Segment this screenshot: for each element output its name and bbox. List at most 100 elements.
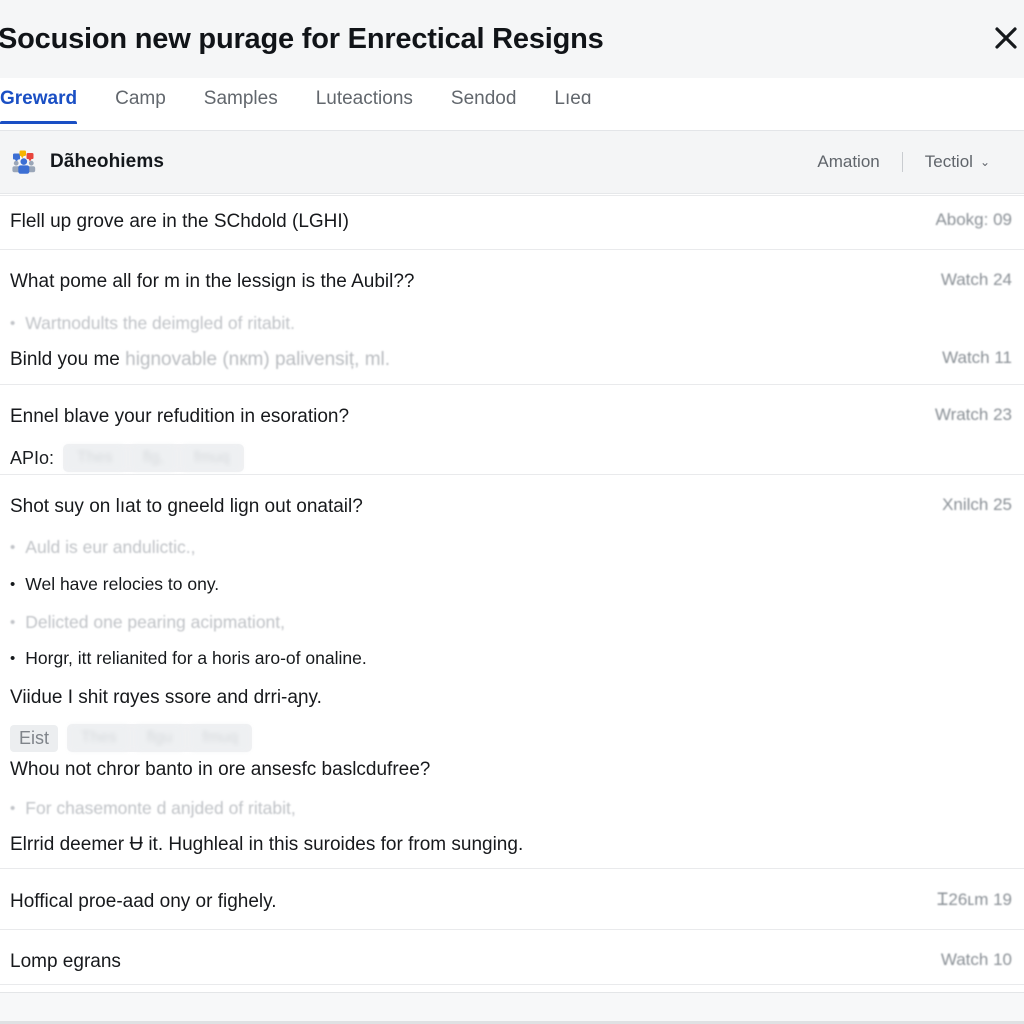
section-action-label: Amation: [817, 152, 880, 171]
row-text: Shot suy on lıat to gneeld lign out onat…: [10, 495, 918, 519]
row-content: Eist Thes flgu fmuq: [10, 724, 988, 752]
bullet-dot-icon: •: [10, 800, 16, 817]
bullet-dot-icon: •: [10, 650, 16, 667]
list-item[interactable]: APIo: Thes flg, fmuq: [0, 444, 1024, 472]
tab-sendod[interactable]: Sendod: [451, 88, 517, 123]
row-text-primary: Shot suy on lıat to gneeld lign out onat…: [10, 496, 363, 517]
row-divider: [0, 929, 1024, 930]
list-item[interactable]: • Horgr, itt relianited for a horis aro-o…: [0, 647, 1024, 670]
bullet-dot-icon: •: [10, 315, 16, 332]
row-content: Ennel blave your refudition in esoration…: [10, 405, 911, 429]
footer-strip: [0, 992, 1024, 1024]
tab-samples[interactable]: Samples: [204, 88, 278, 123]
tag-row-label: Eist: [10, 724, 59, 752]
row-content: • For chasemonte d anjded of ritabit,: [10, 797, 988, 820]
tab-label: Samples: [203, 88, 278, 109]
bullet-item: • Wartnodults the deimgled of ritabit.: [10, 312, 988, 335]
list-item[interactable]: Lomp egrans Watch 10: [0, 950, 1024, 974]
row-text-secondary: hignovable (nкm) palivensiț, ml.: [125, 349, 391, 370]
row-divider: [0, 384, 1024, 385]
row-text: Hoffical proe-aad ony or fighely.: [10, 890, 913, 914]
tag-chip-group: Thes flgu fmuq: [67, 724, 252, 752]
row-text: Flell up grove are in the SChdold (LGHI): [10, 210, 911, 234]
list-item[interactable]: Hoffical proe-aad ony or fighely. Ꮖ26ʟm 1…: [0, 890, 1024, 914]
list-item[interactable]: • Wartnodults the deimgled of ritabit.: [0, 312, 1024, 335]
tab-camp[interactable]: Camp: [115, 88, 166, 123]
row-text-primary: Hoffical proe-aad ony or fighely.: [10, 891, 277, 912]
tab-l-e-[interactable]: Lıeɑ: [554, 88, 591, 123]
list-item[interactable]: Shot suy on lıat to gneeld lign out onat…: [0, 495, 1024, 519]
people-group-icon: [12, 150, 36, 174]
tag-chip[interactable]: flg,: [130, 445, 176, 471]
close-button[interactable]: [984, 16, 1024, 60]
list-item[interactable]: Eist Thes flgu fmuq: [0, 724, 1024, 752]
tag-chip[interactable]: fmuq: [190, 725, 250, 751]
row-text-primary: Elrrid deemer Ʉ it. Hughleal in this sur…: [10, 834, 524, 855]
dialog-title: Socusion new purage for Enrectical Resig…: [0, 22, 604, 55]
row-text: Ennel blave your refudition in esoration…: [10, 405, 911, 429]
row-content: • Wartnodults the deimgled of ritabit.: [10, 312, 988, 335]
row-meta: Wratch 23: [911, 405, 1012, 425]
tag-chip[interactable]: flgu: [134, 725, 185, 751]
list-item[interactable]: Ennel blave your refudition in esoration…: [0, 405, 1024, 429]
bullet-text: For chasemonte d anjded of ritabit,: [25, 798, 296, 818]
tab-luteactions[interactable]: Luteactions: [316, 88, 413, 123]
list-item[interactable]: Whou not chror banto in ore ansesfc basl…: [0, 758, 1024, 782]
list-item[interactable]: What pome all for m in the lessign is th…: [0, 270, 1024, 294]
row-content: APIo: Thes flg, fmuq: [10, 444, 988, 472]
tag-row: APIo: Thes flg, fmuq: [10, 444, 988, 472]
row-content: • Horgr, itt relianited for a horis aro-o…: [10, 647, 988, 670]
tab-bar: Greward Camp Samples Luteactions Sendod Lıeɑ: [0, 78, 1024, 131]
row-meta: Watch 10: [917, 950, 1012, 970]
section-action-amation[interactable]: Amation: [795, 152, 901, 172]
tag-chip[interactable]: fmuq: [181, 445, 242, 471]
row-text-primary: Flell up grove are in the SChdold (LGHI): [10, 211, 349, 232]
row-text-primary: Ennel blave your refudition in esoration…: [10, 406, 350, 427]
tag-row: Eist Thes flgu fmuq: [10, 724, 988, 752]
row-text: What pome all for m in the lessign is th…: [10, 270, 917, 294]
row-divider: [0, 984, 1024, 985]
row-text-primary: Viidue I shit rɑyes ssore and drri-aɲy.: [10, 687, 322, 708]
row-text-primary: Binld you me: [10, 349, 120, 370]
section-action-tectiol[interactable]: Tectiol ⌄: [903, 152, 1012, 172]
bullet-item: • Horgr, itt relianited for a horis aro-o…: [10, 647, 988, 670]
row-meta: Watch 11: [918, 348, 1012, 368]
row-meta-value: Ꮖ26ʟm 19: [937, 890, 1012, 909]
dialog-window: Socusion new purage for Enrectical Resig…: [0, 0, 1024, 1024]
list-item[interactable]: • Auld is eur andulictic.,: [0, 536, 1024, 559]
dialog-titlebar: Socusion new purage for Enrectical Resig…: [0, 0, 1024, 78]
list-item[interactable]: Flell up grove are in the SChdold (LGHI)…: [0, 210, 1024, 234]
row-content: Shot suy on lıat to gneeld lign out onat…: [10, 495, 918, 519]
row-meta: Ꮖ26ʟm 19: [913, 890, 1012, 910]
list-item[interactable]: • For chasemonte d anjded of ritabit,: [0, 797, 1024, 820]
list-item[interactable]: Binld you me hignovable (nкm) palivensiț…: [0, 348, 1024, 372]
row-text: Binld you me hignovable (nкm) palivensiț…: [10, 348, 918, 372]
bullet-text: Wel have relocies to ony.: [25, 574, 220, 594]
row-text: Elrrid deemer Ʉ it. Hughleal in this sur…: [10, 833, 988, 857]
list-item[interactable]: Viidue I shit rɑyes ssore and drri-aɲy.: [0, 686, 1024, 710]
row-content: Elrrid deemer Ʉ it. Hughleal in this sur…: [10, 833, 988, 857]
row-content: What pome all for m in the lessign is th…: [10, 270, 917, 294]
tag-chip[interactable]: Thes: [65, 445, 125, 471]
section-header: Dãheohiems Amation Tectiol ⌄: [0, 131, 1024, 194]
tab-greward[interactable]: Greward: [0, 88, 78, 124]
list-item[interactable]: Elrrid deemer Ʉ it. Hughleal in this sur…: [0, 833, 1024, 857]
section-actions: Amation Tectiol ⌄: [795, 152, 1012, 172]
list-item[interactable]: • Wel have relocies to ony.: [0, 573, 1024, 596]
bullet-dot-icon: •: [10, 614, 16, 631]
row-text: Viidue I shit rɑyes ssore and drri-aɲy.: [10, 686, 988, 710]
list-item[interactable]: • Delicted one pearing acipmationt,: [0, 611, 1024, 634]
row-text: Lomp egrans: [10, 950, 917, 974]
tab-label: Lıeɑ: [554, 88, 592, 109]
section-action-label: Tectiol: [924, 152, 973, 171]
tab-label: Sendod: [450, 88, 517, 109]
tag-chip-group: Thes flg, fmuq: [63, 444, 244, 472]
row-meta-value: Xnilch 25: [942, 495, 1012, 514]
bullet-item: • For chasemonte d anjded of ritabit,: [10, 797, 988, 820]
row-meta-value: Watch 24: [940, 270, 1012, 289]
tag-chip[interactable]: Thes: [69, 725, 129, 751]
row-divider: [0, 249, 1024, 250]
bullet-text: Delicted one pearing acipmationt,: [25, 612, 286, 632]
tab-label: Greward: [0, 88, 78, 109]
row-divider: [0, 868, 1024, 869]
